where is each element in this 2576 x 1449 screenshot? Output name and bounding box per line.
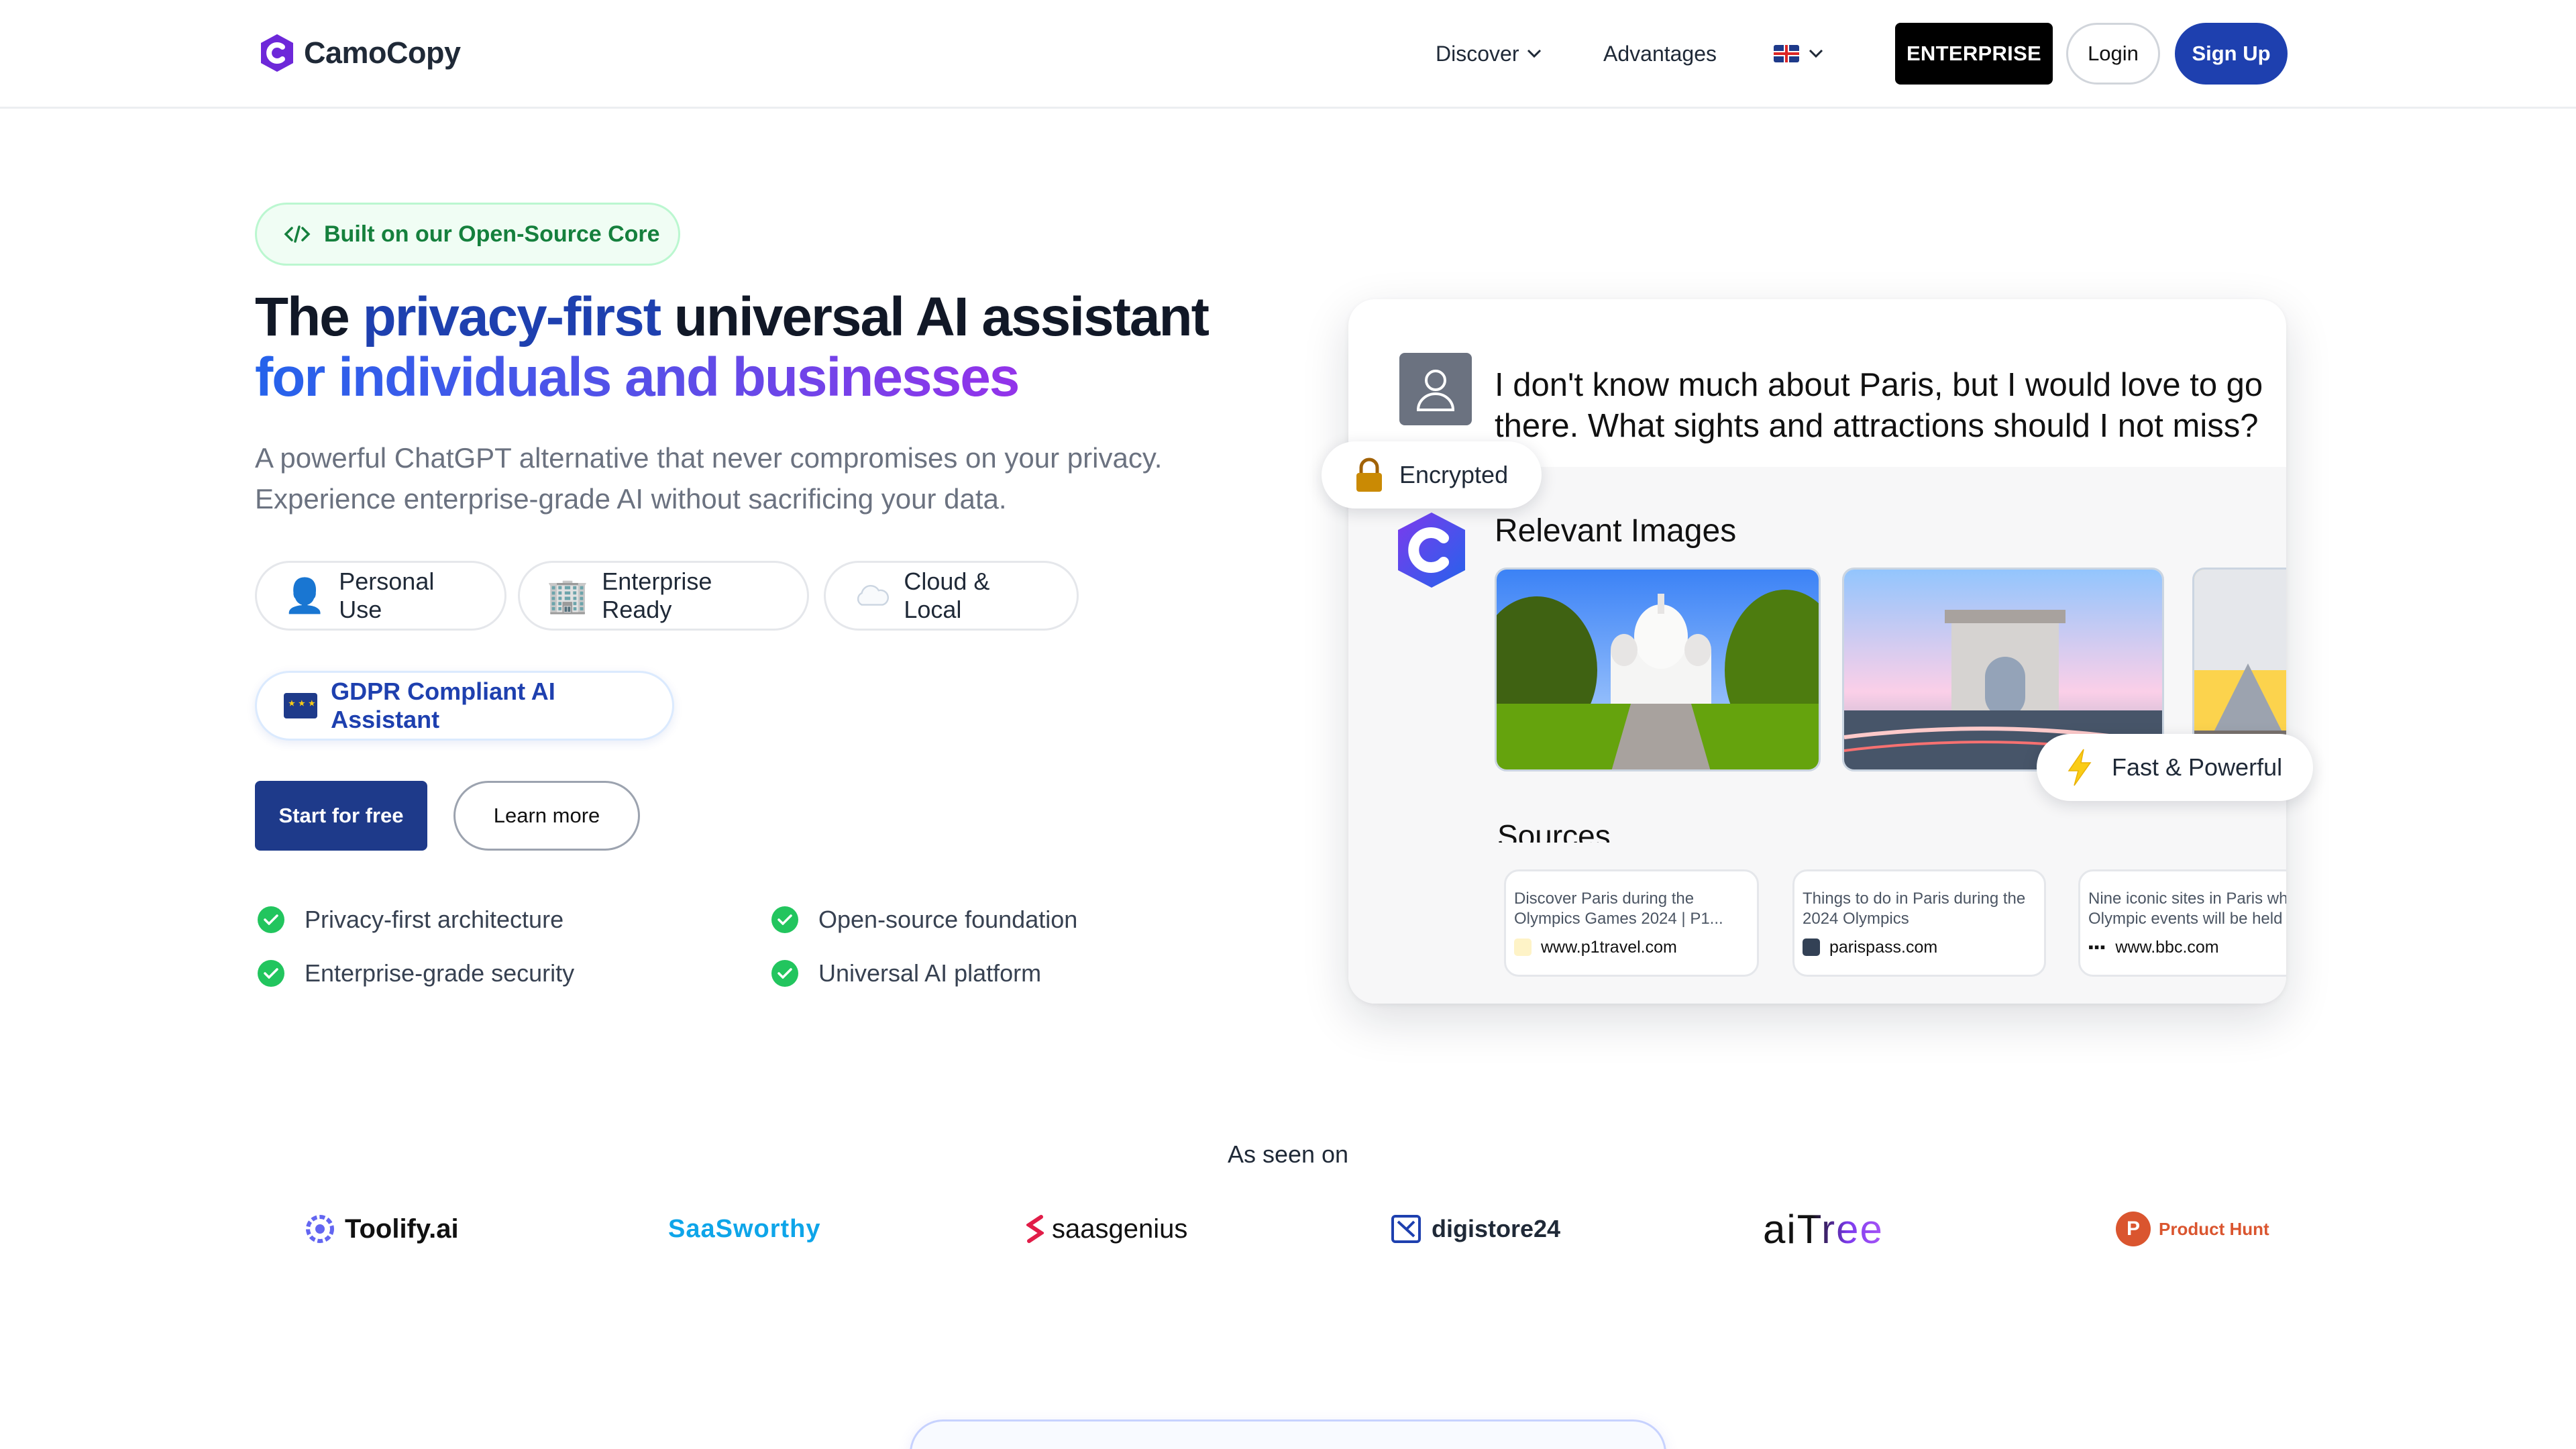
saasworthy-logo[interactable]: SaaSworthy	[668, 1202, 821, 1256]
feature-item: Enterprise-grade security	[258, 959, 574, 987]
digistore-icon	[1391, 1215, 1421, 1243]
source-title: Nine iconic sites in Paris wh Olympic ev…	[2088, 890, 2286, 928]
chevron-down-icon	[1809, 49, 1823, 58]
source-url: www.bbc.com	[2115, 938, 2219, 957]
as-seen-on-heading: As seen on	[1227, 1140, 1349, 1168]
enterprise-ready-pill[interactable]: 🏢 Enterprise Ready	[518, 561, 809, 631]
sacre-coeur-image[interactable]	[1495, 568, 1821, 771]
person-icon: 👤	[284, 577, 326, 614]
login-button[interactable]: Login	[2066, 23, 2160, 85]
source-card[interactable]: Nine iconic sites in Paris wh Olympic ev…	[2078, 869, 2286, 977]
source-url: www.p1travel.com	[1541, 938, 1677, 957]
hero-title-highlight: privacy-first	[362, 286, 661, 347]
code-icon	[284, 225, 311, 243]
feature-label: Privacy-first architecture	[305, 906, 564, 933]
saasgenius-icon	[1026, 1215, 1044, 1243]
aitree-name: aiTree	[1763, 1206, 1884, 1252]
aitree-logo[interactable]: aiTree	[1763, 1202, 1884, 1256]
cloud-icon	[857, 584, 889, 606]
hero-title-line2: for individuals and businesses	[255, 347, 1020, 408]
camocopy-logo-icon	[261, 34, 293, 72]
camocopy-assistant-avatar-icon	[1398, 513, 1465, 588]
source-url: parispass.com	[1829, 938, 1938, 957]
chevron-down-icon	[1527, 49, 1542, 58]
saasgenius-name: saasgenius	[1052, 1214, 1188, 1244]
encrypted-badge: Encrypted	[1322, 441, 1542, 508]
source-card[interactable]: Things to do in Paris during the 2024 Ol…	[1792, 869, 2046, 977]
nav-discover[interactable]: Discover	[1436, 0, 1542, 107]
brand-name: CamoCopy	[304, 36, 461, 70]
product-hunt-logo[interactable]: P Product Hunt	[2116, 1202, 2269, 1256]
source-title: Things to do in Paris during the 2024 Ol…	[1803, 890, 2026, 928]
lock-icon	[1356, 458, 1382, 492]
personal-use-pill[interactable]: 👤 Personal Use	[255, 561, 506, 631]
hero-title: The privacy-first universal AI assistant…	[255, 287, 1261, 408]
start-for-free-button[interactable]: Start for free	[255, 781, 427, 851]
lightning-icon	[2068, 749, 2092, 786]
hero-subtitle: A powerful ChatGPT alternative that neve…	[255, 437, 1228, 519]
relevant-images-heading: Relevant Images	[1495, 513, 1737, 549]
fast-powerful-label: Fast & Powerful	[2112, 753, 2283, 781]
sources-heading: Sources	[1497, 818, 1611, 843]
nav-advantages-label: Advantages	[1603, 41, 1717, 66]
hero-title-part1: The	[255, 286, 363, 347]
saasgenius-logo[interactable]: saasgenius	[1026, 1202, 1187, 1256]
nav-advantages[interactable]: Advantages	[1603, 0, 1717, 107]
user-avatar-icon	[1399, 353, 1472, 425]
chat-demo-card: I don't know much about Paris, but I wou…	[1348, 299, 2286, 1004]
cloud-local-pill[interactable]: Cloud & Local	[824, 561, 1079, 631]
product-hunt-name: Product Hunt	[2159, 1218, 2269, 1239]
hero-title-part2: universal AI assistant	[660, 286, 1210, 347]
personal-use-label: Personal Use	[339, 568, 435, 623]
hero-subtitle-line2: Experience enterprise-grade AI without s…	[255, 483, 1007, 515]
fast-powerful-badge: Fast & Powerful	[2037, 734, 2313, 801]
digistore24-name: digistore24	[1432, 1215, 1561, 1242]
p1travel-favicon-icon	[1514, 938, 1532, 956]
signup-button[interactable]: Sign Up	[2175, 23, 2288, 85]
gdpr-label: GDPR Compliant AI Assistant	[331, 678, 555, 733]
eu-flag-icon	[284, 693, 318, 718]
parispass-favicon-icon	[1803, 938, 1820, 956]
brand-logo[interactable]: CamoCopy	[258, 32, 461, 74]
source-card[interactable]: Discover Paris during the Olympics Games…	[1504, 869, 1759, 977]
check-icon	[258, 906, 284, 933]
product-hunt-icon: P	[2116, 1212, 2151, 1246]
bbc-favicon-icon: ▪▪▪	[2088, 938, 2106, 955]
encrypted-label: Encrypted	[1399, 461, 1509, 488]
cloud-local-label: Cloud & Local	[904, 568, 990, 623]
enterprise-button[interactable]: ENTERPRISE	[1895, 23, 2053, 85]
user-message: I don't know much about Paris, but I wou…	[1495, 367, 2263, 444]
hero-subtitle-line1: A powerful ChatGPT alternative that neve…	[255, 442, 1163, 474]
check-icon	[771, 960, 798, 987]
saasworthy-name: SaaSworthy	[668, 1214, 821, 1243]
site-header: CamoCopy Discover Advantages ENTERPRISE …	[0, 0, 2576, 109]
digistore24-logo[interactable]: digistore24	[1390, 1202, 1560, 1256]
toolify-icon	[306, 1215, 334, 1243]
learn-more-button[interactable]: Learn more	[453, 781, 640, 851]
feature-label: Universal AI platform	[818, 959, 1042, 987]
enterprise-ready-label: Enterprise Ready	[602, 568, 712, 623]
open-source-badge[interactable]: Built on our Open-Source Core	[255, 203, 680, 266]
feature-label: Enterprise-grade security	[305, 959, 575, 987]
toolify-name: Toolify.ai	[345, 1214, 459, 1244]
check-icon	[771, 906, 798, 933]
nav-discover-label: Discover	[1436, 41, 1519, 66]
open-source-badge-label: Built on our Open-Source Core	[324, 221, 660, 247]
feature-item: Privacy-first architecture	[258, 906, 564, 934]
feature-item: Open-source foundation	[771, 906, 1077, 934]
announcement-banner[interactable]	[910, 1419, 1666, 1449]
uk-flag-icon	[1774, 45, 1799, 62]
office-building-icon: 🏢	[547, 577, 589, 614]
feature-item: Universal AI platform	[771, 959, 1041, 987]
source-title: Discover Paris during the Olympics Games…	[1514, 890, 1723, 928]
gdpr-pill[interactable]: GDPR Compliant AI Assistant	[255, 671, 674, 741]
language-selector[interactable]	[1774, 0, 1823, 107]
check-icon	[258, 960, 284, 987]
feature-label: Open-source foundation	[818, 906, 1078, 933]
toolify-logo[interactable]: Toolify.ai	[303, 1202, 459, 1256]
